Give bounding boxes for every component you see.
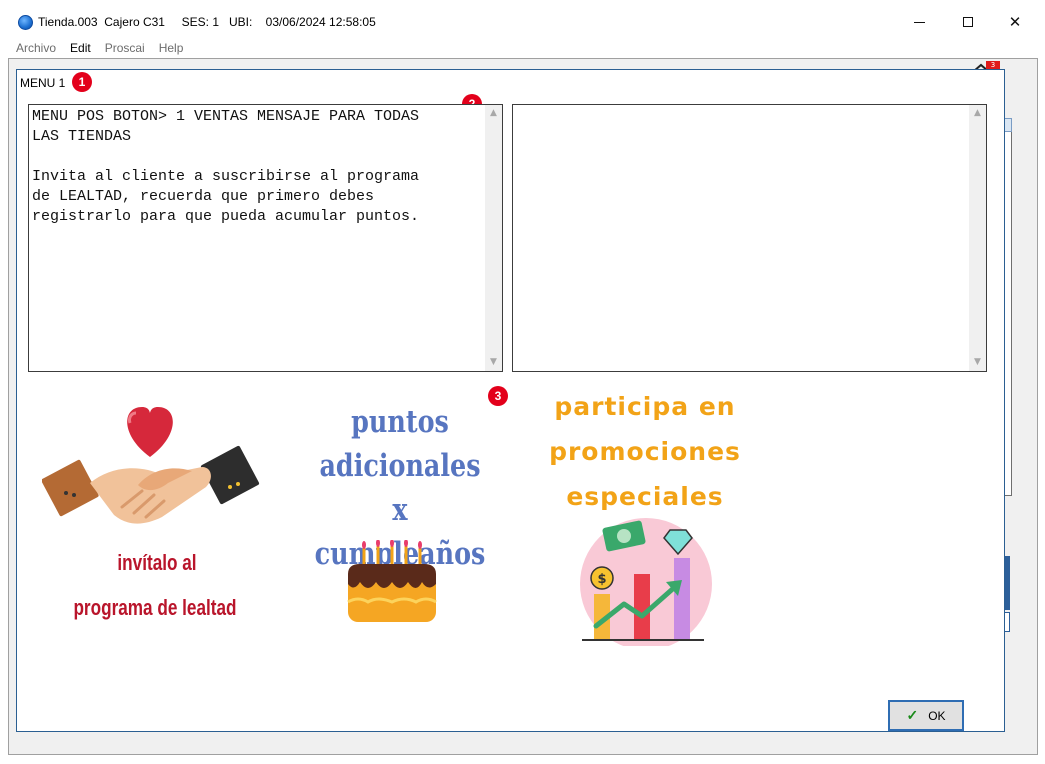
promo-invite-text: invítalo al — [117, 550, 197, 575]
menu-edit[interactable]: Edit — [70, 41, 91, 55]
scroll-up-icon[interactable]: ▲ — [969, 105, 986, 122]
promo-promotions-text: participa en promociones especiales — [540, 384, 750, 519]
window-title: Tienda.003 Cajero C31 SES: 1 UBI: 03/06/… — [38, 15, 376, 29]
checkmark-icon: ✓ — [906, 707, 919, 723]
ok-button[interactable]: ✓ OK — [888, 700, 964, 731]
secondary-textbox[interactable]: ▲ ▼ — [512, 104, 987, 372]
maximize-icon — [963, 17, 973, 27]
promo-image: invítalo al programa de lealtad puntos a… — [28, 380, 758, 670]
secondary-scrollbar[interactable]: ▲ ▼ — [969, 105, 986, 371]
scroll-up-icon[interactable]: ▲ — [485, 105, 502, 122]
minimize-icon — [913, 21, 925, 23]
close-button[interactable]: ✕ — [992, 8, 1038, 36]
globe-icon — [18, 15, 33, 30]
background-tab — [1004, 118, 1012, 132]
promo-loyalty-text: programa de lealtad — [73, 595, 237, 620]
message-text: MENU POS BOTON> 1 VENTAS MENSAJE PARA TO… — [32, 108, 420, 225]
close-icon: ✕ — [1008, 13, 1022, 31]
dialog-title: MENU 1 — [20, 76, 66, 90]
growth-chart-icon: $ — [580, 518, 712, 646]
menu-bar: Archivo Edit Proscai Help — [0, 38, 1045, 58]
ok-label: OK — [928, 708, 946, 723]
menu-proscai[interactable]: Proscai — [105, 41, 145, 55]
marker-1: 1 — [72, 72, 92, 92]
scroll-down-icon[interactable]: ▼ — [485, 354, 502, 371]
message-textbox[interactable]: MENU POS BOTON> 1 VENTAS MENSAJE PARA TO… — [28, 104, 503, 372]
pos-window: Tienda.003 Cajero C31 SES: 1 UBI: 03/06/… — [0, 0, 1045, 764]
background-panel-edge — [1004, 118, 1012, 496]
dollar-sign: $ — [597, 572, 606, 587]
menu-help[interactable]: Help — [159, 41, 184, 55]
birthday-cake-icon — [347, 540, 437, 622]
handshake-heart-icon — [42, 407, 260, 524]
title-bar: Tienda.003 Cajero C31 SES: 1 UBI: 03/06/… — [0, 0, 1045, 38]
minimize-button[interactable] — [896, 8, 942, 36]
scroll-down-icon[interactable]: ▼ — [969, 354, 986, 371]
menu-dialog: MENU 1 1 2 3 MENU POS BOTON> 1 VENTAS ME… — [16, 69, 1005, 732]
promo-promotions-label: participa en promociones especiales — [549, 392, 741, 511]
maximize-button[interactable] — [945, 8, 991, 36]
message-scrollbar[interactable]: ▲ ▼ — [485, 105, 502, 371]
menu-archivo[interactable]: Archivo — [16, 41, 56, 55]
